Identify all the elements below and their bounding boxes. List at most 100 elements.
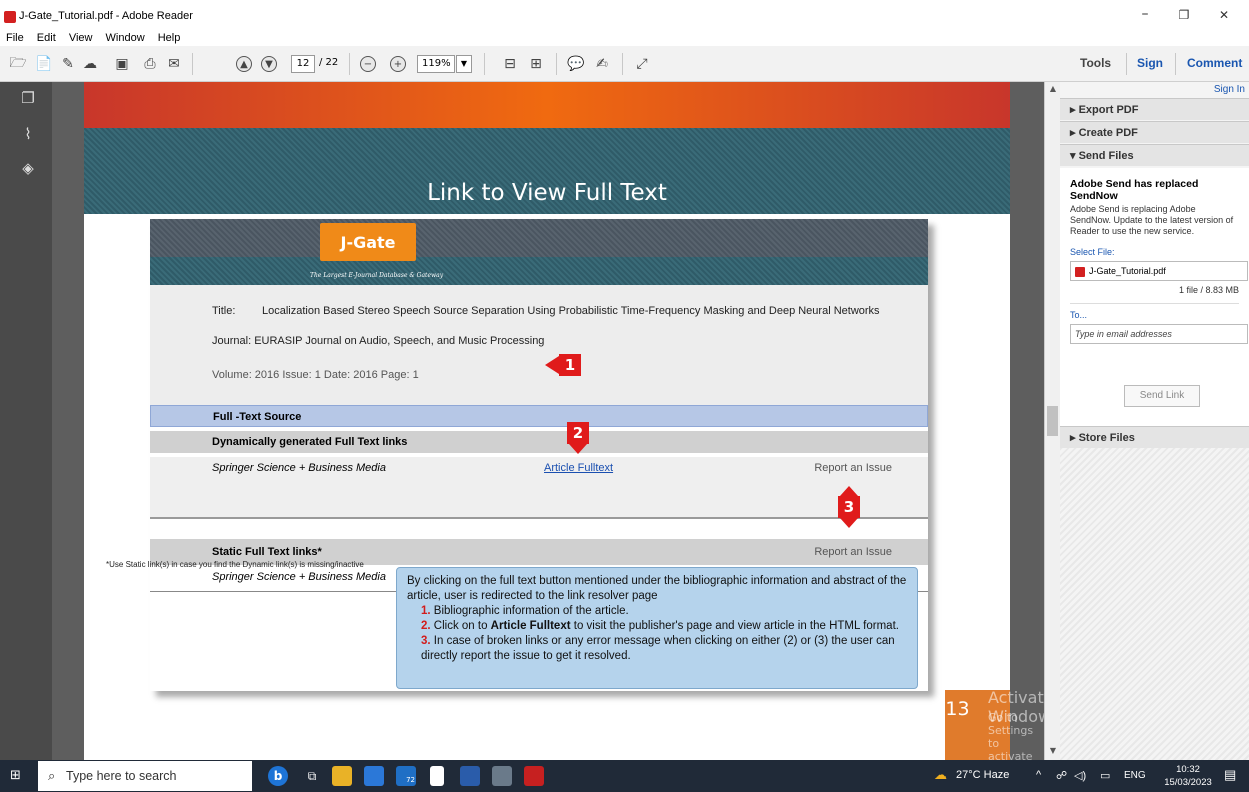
edit-icon[interactable]: ✎	[58, 54, 78, 74]
highlight-icon[interactable]: ✍	[592, 54, 612, 74]
display-icon[interactable]: ▭	[1100, 769, 1110, 782]
document-icon[interactable]	[430, 766, 444, 786]
marker-3: 3	[838, 496, 860, 518]
file-explorer-icon[interactable]	[332, 766, 352, 786]
menu-help[interactable]: Help	[158, 32, 181, 44]
notifications-icon[interactable]: ▤	[1224, 767, 1236, 783]
send-files-section[interactable]: ▾ Send Files	[1060, 144, 1249, 166]
weather-icon[interactable]: ☁	[934, 767, 947, 783]
save-icon[interactable]: ▣	[112, 54, 132, 74]
bing-icon[interactable]: b	[268, 766, 288, 786]
print-icon[interactable]: ⎙	[140, 54, 160, 74]
dynamic-link-row: Springer Science + Business Media Articl…	[150, 457, 928, 517]
zoom-in-button[interactable]: +	[388, 54, 408, 74]
send-link-button[interactable]: Send Link	[1124, 385, 1200, 407]
email-input[interactable]: Type in email addresses	[1070, 324, 1248, 344]
logo-tagline: The Largest E-Journal Database & Gateway	[310, 272, 444, 279]
store-files-section[interactable]: ▸ Store Files	[1060, 426, 1249, 448]
arrow-down-icon: ▼	[261, 56, 277, 72]
scroll-thumb[interactable]	[1047, 406, 1058, 436]
tools-tab[interactable]: Tools	[1080, 56, 1111, 70]
callout-item-2: 2. Click on to Article Fulltext to visit…	[407, 619, 907, 634]
menu-window[interactable]: Window	[106, 32, 145, 44]
callout-num-1: 1.	[421, 605, 431, 617]
marker-3-arrow-down	[840, 518, 858, 528]
export-pdf-section[interactable]: ▸ Export PDF	[1060, 98, 1249, 120]
language-indicator[interactable]: ENG	[1124, 770, 1146, 781]
windows-start-icon[interactable]: ⊞	[10, 769, 24, 783]
store-icon[interactable]	[364, 766, 384, 786]
open-icon[interactable]: 🗁	[8, 54, 28, 74]
page-thumbnails-icon[interactable]: ❐	[20, 90, 36, 106]
callout-text-2c: to visit the publisher's page and view a…	[570, 620, 899, 632]
title-bar: J-Gate_Tutorial.pdf - Adobe Reader – ❐ ✕	[0, 0, 1249, 30]
toolbar-divider	[556, 53, 557, 75]
weather-text[interactable]: 27°C Haze	[956, 769, 1009, 781]
slide-page-number-text: 13	[945, 698, 970, 720]
send-description: Adobe Send is replacing Adobe SendNow. U…	[1070, 204, 1234, 236]
sign-tab[interactable]: Sign	[1137, 56, 1163, 70]
restore-button[interactable]: ❐	[1170, 8, 1198, 22]
plus-icon: +	[390, 56, 406, 72]
attachments-icon[interactable]: ⌇	[20, 126, 36, 142]
create-pdf-icon[interactable]: 📄	[34, 54, 54, 74]
fit-page-icon[interactable]: ⊟	[500, 54, 520, 74]
zoom-out-button[interactable]: −	[358, 54, 378, 74]
task-view-icon[interactable]: ⧉	[302, 766, 322, 786]
volume-icon[interactable]: ◁)	[1074, 769, 1086, 782]
callout-text-1: Bibliographic information of the article…	[430, 605, 629, 617]
word-icon[interactable]	[460, 766, 480, 786]
system-clock[interactable]: 10:32 15/03/2023	[1158, 763, 1218, 789]
minimize-button[interactable]: –	[1131, 6, 1159, 22]
network-icon[interactable]: ☍	[1056, 769, 1067, 782]
email-icon[interactable]: ✉	[164, 54, 184, 74]
marker-3-arrow-up	[840, 486, 858, 496]
toolbar: 🗁 📄 ✎ ☁ ▣ ⎙ ✉ ▲ ▼ 12 / 22 − + 119% ▼ ⊟ ⊞…	[0, 46, 1249, 82]
callout-text-2a: Click on to	[430, 620, 491, 632]
fullscreen-icon[interactable]: ⤢	[632, 54, 652, 74]
sign-in-link[interactable]: Sign In	[1214, 84, 1245, 95]
scroll-up-icon[interactable]: ▲	[1047, 84, 1059, 93]
previous-page-button[interactable]: ▲	[234, 54, 254, 74]
article-fulltext-link[interactable]: Article Fulltext	[544, 462, 613, 474]
pdf-page: Link to View Full Text J-Gate The Larges…	[84, 82, 1010, 760]
acrobat-icon[interactable]	[524, 766, 544, 786]
next-page-button[interactable]: ▼	[259, 54, 279, 74]
clock-date: 15/03/2023	[1164, 777, 1212, 788]
zoom-level-input[interactable]: 119%	[417, 55, 455, 73]
footnote: *Use Static link(s) in case you find the…	[106, 560, 364, 569]
comment-icon[interactable]: 💬	[566, 54, 586, 74]
mail-icon[interactable]: 72	[396, 766, 416, 786]
to-label: To...	[1070, 310, 1088, 320]
fit-width-icon[interactable]: ⊞	[526, 54, 546, 74]
callout-num-2: 2.	[421, 620, 431, 632]
menu-file[interactable]: File	[6, 32, 24, 44]
marker-1-arrow	[545, 356, 559, 374]
create-pdf-section[interactable]: ▸ Create PDF	[1060, 121, 1249, 143]
cloud-upload-icon[interactable]: ☁	[80, 54, 100, 74]
page-total: / 22	[319, 57, 339, 68]
chrome-icon[interactable]	[492, 766, 512, 786]
menu-edit[interactable]: Edit	[37, 32, 56, 44]
scroll-down-icon[interactable]: ▼	[1047, 746, 1059, 755]
selected-file[interactable]: J-Gate_Tutorial.pdf	[1070, 261, 1248, 281]
toolbar-divider	[192, 53, 193, 75]
mail-badge: 72	[406, 776, 415, 784]
report-issue-link-static[interactable]: Report an Issue	[814, 546, 892, 558]
report-issue-link[interactable]: Report an Issue	[814, 462, 892, 474]
page-number-input[interactable]: 12	[291, 55, 315, 73]
toolbar-divider	[349, 53, 350, 75]
callout-item-3: 3. In case of broken links or any error …	[407, 634, 907, 664]
comment-tab[interactable]: Comment	[1187, 56, 1242, 70]
document-scrollbar[interactable]: ▲ ▼	[1044, 82, 1060, 760]
document-area[interactable]: Link to View Full Text J-Gate The Larges…	[52, 82, 1044, 760]
layers-icon[interactable]: ◈	[20, 160, 36, 176]
send-heading: Adobe Send has replaced SendNow	[1070, 178, 1199, 202]
zoom-dropdown-button[interactable]: ▼	[456, 55, 472, 73]
tray-chevron-icon[interactable]: ^	[1036, 769, 1041, 781]
menu-view[interactable]: View	[69, 32, 93, 44]
select-file-label: Select File:	[1070, 247, 1115, 257]
toolbar-divider	[484, 53, 485, 75]
close-button[interactable]: ✕	[1210, 8, 1238, 22]
taskbar-search-input[interactable]: ⌕ Type here to search	[38, 761, 252, 791]
